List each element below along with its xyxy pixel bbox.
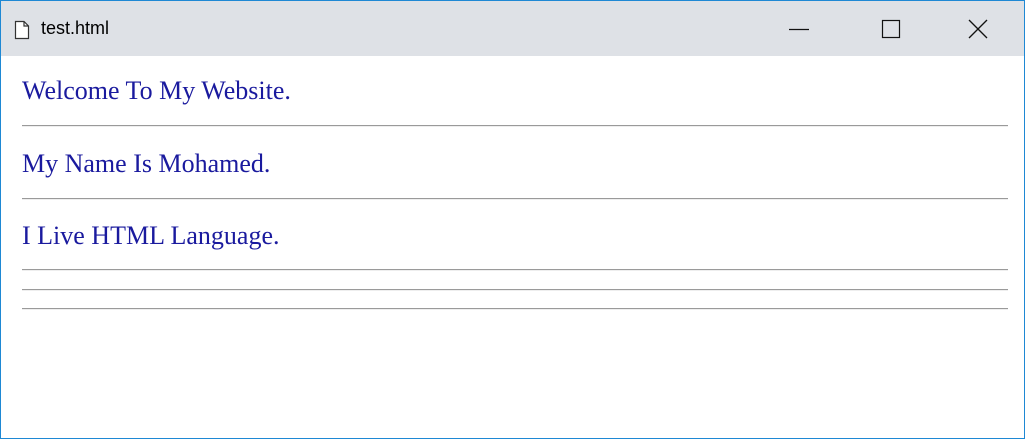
document-icon [14,20,30,40]
page-content: Welcome To My Website. My Name Is Mohame… [1,56,1024,438]
maximize-button[interactable] [845,1,937,56]
language-text: I Live HTML Language. [22,221,280,250]
browser-window: test.html Welcome To My Website. My Name… [0,0,1025,439]
horizontal-rule [22,125,1008,127]
close-button[interactable] [932,1,1024,56]
title-bar[interactable]: test.html [1,1,1024,56]
window-title: test.html [41,18,110,38]
welcome-text: Welcome To My Website. [22,76,291,105]
name-text: My Name Is Mohamed. [22,149,271,178]
horizontal-rule [22,198,1008,200]
minimize-button[interactable] [753,1,845,56]
horizontal-rule [22,289,1008,291]
horizontal-rule [22,308,1008,310]
horizontal-rule [22,269,1008,271]
